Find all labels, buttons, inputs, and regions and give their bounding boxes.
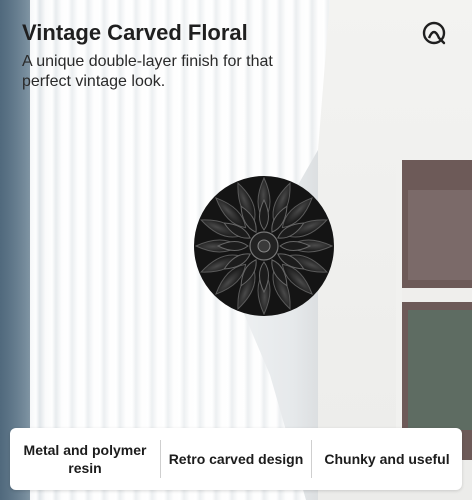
feature-item: Metal and polymer resin: [23, 442, 147, 476]
window-frame: [396, 160, 472, 460]
window-sill: [402, 288, 472, 302]
feature-item: Chunky and useful: [324, 451, 450, 467]
carved-flower-tieback-icon: [194, 176, 334, 316]
window-pane: [408, 190, 472, 280]
features-card: Metal and polymer resin Retro carved des…: [10, 428, 462, 490]
product-scene: Vintage Carved Floral A unique double-la…: [0, 0, 472, 500]
feature-item: Retro carved design: [168, 451, 304, 467]
page-subtitle: A unique double-layer finish for that pe…: [22, 53, 273, 90]
brand-logo-icon: [422, 21, 446, 45]
window-pane: [408, 310, 472, 430]
page-title: Vintage Carved Floral: [22, 20, 248, 45]
